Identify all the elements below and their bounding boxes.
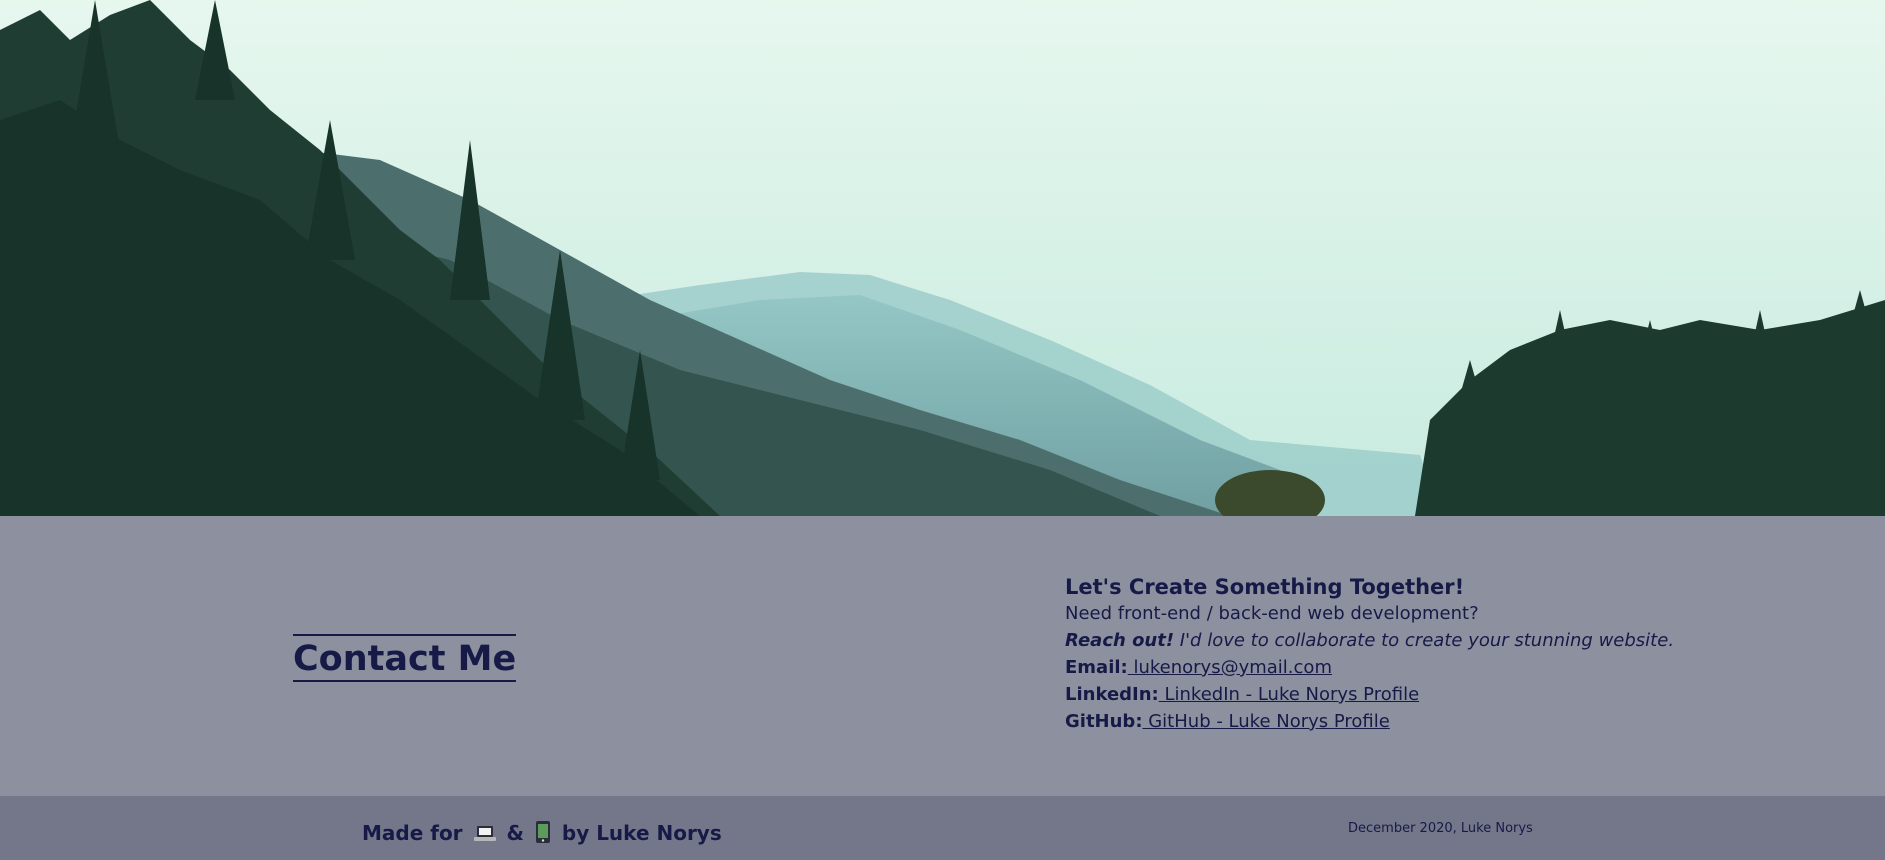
mobile-phone-icon bbox=[535, 821, 551, 849]
hero-landscape bbox=[0, 0, 1885, 516]
footer-date: December 2020, Luke Norys bbox=[1348, 821, 1533, 836]
github-label: GitHub: bbox=[1065, 711, 1143, 732]
contact-section: Contact Me Let's Create Something Togeth… bbox=[0, 516, 1885, 796]
ampersand: & bbox=[506, 821, 524, 845]
contact-subtitle: Need front-end / back-end web developmen… bbox=[1065, 603, 1479, 624]
linkedin-line: LinkedIn: LinkedIn - Luke Norys Profile bbox=[1065, 681, 1845, 708]
made-by: by Luke Norys bbox=[561, 821, 722, 845]
reach-out-line: Reach out! I'd love to collaborate to cr… bbox=[1065, 627, 1845, 654]
contact-title: Contact Me bbox=[293, 634, 517, 682]
github-line: GitHub: GitHub - Luke Norys Profile bbox=[1065, 708, 1845, 735]
email-line: Email: lukenorys@ymail.com bbox=[1065, 654, 1845, 681]
forest-landscape-image bbox=[0, 0, 1885, 516]
contact-heading: Let's Create Something Together! bbox=[1065, 575, 1465, 599]
linkedin-label: LinkedIn: bbox=[1065, 684, 1159, 705]
email-label: Email: bbox=[1065, 657, 1128, 678]
github-link[interactable]: GitHub - Luke Norys Profile bbox=[1143, 711, 1390, 732]
reach-out-text: I'd love to collaborate to create your s… bbox=[1174, 630, 1675, 651]
made-for-label: Made for bbox=[362, 821, 463, 845]
contact-info: Let's Create Something Together! Need fr… bbox=[1065, 574, 1845, 735]
linkedin-link[interactable]: LinkedIn - Luke Norys Profile bbox=[1159, 684, 1419, 705]
email-link[interactable]: lukenorys@ymail.com bbox=[1128, 657, 1332, 678]
made-for-text: Made for & by Luke Norys bbox=[362, 820, 722, 849]
laptop-icon bbox=[473, 823, 496, 849]
footer: Made for & by Luke Norys December 2020, … bbox=[0, 796, 1885, 860]
reach-out-bold: Reach out! bbox=[1065, 630, 1175, 651]
